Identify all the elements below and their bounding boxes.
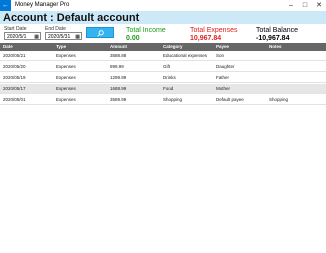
column-header-amount[interactable]: Amount [110, 43, 127, 51]
cell-payee: Default payee [216, 97, 244, 102]
column-header-payee[interactable]: Payee [216, 43, 229, 51]
total-income-label: Total Income [126, 27, 166, 34]
cell-type: Expenses [56, 86, 76, 91]
cell-amount: 3589.99 [110, 97, 127, 102]
total-income-value: 0.00 [126, 35, 140, 42]
cell-category: Drinks [163, 75, 176, 80]
total-balance-value: -10,967.84 [256, 35, 290, 42]
start-date-picker[interactable]: 2020/5/1 ▦ [4, 32, 41, 40]
app-title: Money Manager Pro [15, 2, 70, 8]
table-header: Date Type Amount Category Payee Notes [0, 43, 326, 51]
cell-category: Gift [163, 64, 171, 69]
close-button[interactable]: ✕ [312, 0, 326, 11]
cell-payee: Son [216, 53, 225, 58]
table-row-selected[interactable]: 2020/05/17 Expenses 1688.99 Food Mother [0, 84, 326, 94]
cell-date: 2020/05/20 [3, 64, 26, 69]
page-title: Account : Default account [3, 12, 140, 24]
table-row[interactable]: 2020/05/21 Expenses 3588.88 Educational … [0, 51, 326, 61]
cell-date: 2020/05/19 [3, 75, 26, 80]
cell-date: 2020/05/01 [3, 97, 26, 102]
calendar-icon: ▦ [34, 34, 39, 40]
maximize-button[interactable]: □ [298, 0, 312, 11]
minimize-button[interactable]: – [284, 0, 298, 11]
table-row[interactable]: 2020/05/01 Expenses 3589.99 Shopping Def… [0, 95, 326, 105]
column-header-category[interactable]: Category [163, 43, 183, 51]
cell-category: Food [163, 86, 174, 91]
cell-category: Educational expenses [163, 53, 208, 58]
cell-type: Expenses [56, 75, 76, 80]
column-header-notes[interactable]: Notes [269, 43, 282, 51]
column-header-type[interactable]: Type [56, 43, 66, 51]
end-date-picker[interactable]: 2020/5/31 ▦ [45, 32, 82, 40]
table-row[interactable]: 2020/05/19 Expenses 1299.99 Drinks Fathe… [0, 73, 326, 83]
search-icon [97, 30, 104, 37]
cell-type: Expenses [56, 53, 76, 58]
cell-amount: 899.99 [110, 64, 124, 69]
total-expenses-value: 10,967.84 [190, 35, 222, 42]
cell-type: Expenses [56, 97, 76, 102]
cell-notes: Shopping [269, 97, 289, 102]
column-header-date[interactable]: Date [3, 43, 13, 51]
cell-payee: Father [216, 75, 230, 80]
cell-amount: 1688.99 [110, 86, 127, 91]
cell-category: Shopping [163, 97, 183, 102]
cell-payee: Daughter [216, 64, 235, 69]
cell-amount: 1299.99 [110, 75, 127, 80]
end-date-value: 2020/5/31 [48, 34, 71, 40]
calendar-icon: ▦ [75, 34, 80, 40]
cell-payee: Mother [216, 86, 231, 91]
cell-date: 2020/05/17 [3, 86, 26, 91]
table-row[interactable]: 2020/05/20 Expenses 899.99 Gift Daughter [0, 62, 326, 72]
cell-date: 2020/05/21 [3, 53, 26, 58]
cell-amount: 3588.88 [110, 53, 127, 58]
search-button[interactable] [86, 27, 114, 38]
total-expenses-label: Total Expenses [190, 27, 238, 34]
cell-type: Expenses [56, 64, 76, 69]
back-button[interactable]: ← [0, 0, 11, 11]
start-date-value: 2020/5/1 [7, 34, 27, 40]
total-balance-label: Total Balance [256, 27, 299, 34]
window-controls: – □ ✕ [284, 0, 326, 11]
